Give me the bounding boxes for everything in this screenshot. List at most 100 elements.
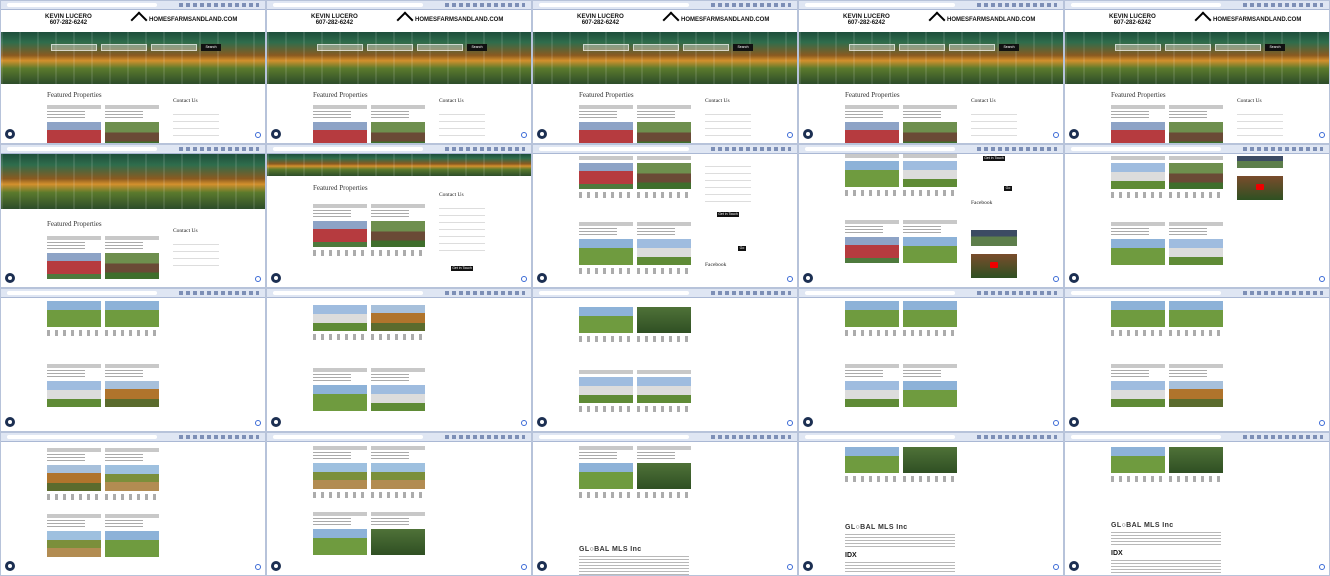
facebook-post-image[interactable]	[971, 230, 1017, 246]
property-card[interactable]	[1169, 105, 1223, 143]
property-photo[interactable]	[903, 301, 957, 327]
search-location-field[interactable]	[1115, 44, 1161, 51]
chat-icon[interactable]	[803, 561, 813, 571]
bookmarks-bar[interactable]	[977, 147, 1057, 151]
chat-icon[interactable]	[271, 561, 281, 571]
property-photo[interactable]	[313, 221, 367, 247]
chat-icon[interactable]	[803, 417, 813, 427]
contact-form[interactable]	[705, 108, 751, 138]
browser-toolbar[interactable]	[267, 433, 531, 442]
property-card[interactable]	[1111, 364, 1165, 426]
property-photo[interactable]	[105, 465, 159, 491]
browser-toolbar[interactable]	[1065, 289, 1329, 298]
property-photo[interactable]	[579, 239, 633, 265]
property-photo[interactable]	[637, 307, 691, 333]
chat-icon[interactable]	[5, 129, 15, 139]
property-card[interactable]	[313, 204, 367, 266]
search-location-field[interactable]	[849, 44, 895, 51]
property-photo[interactable]	[313, 529, 367, 555]
property-card[interactable]	[105, 236, 159, 287]
property-card[interactable]	[47, 448, 101, 510]
chat-icon[interactable]	[5, 561, 15, 571]
get-in-touch-button[interactable]: Get in Touch	[717, 212, 739, 217]
search-price-field[interactable]	[151, 44, 197, 51]
chat-icon[interactable]	[5, 273, 15, 283]
property-photo[interactable]	[47, 301, 101, 327]
address-bar[interactable]	[539, 147, 689, 151]
property-photo[interactable]	[903, 237, 957, 263]
browser-toolbar[interactable]	[1, 1, 265, 10]
property-photo[interactable]	[1169, 301, 1223, 327]
search-price-field[interactable]	[1215, 44, 1261, 51]
property-photo[interactable]	[1169, 122, 1223, 143]
property-card[interactable]	[903, 298, 957, 360]
property-photo[interactable]	[637, 163, 691, 189]
chat-icon[interactable]	[803, 129, 813, 139]
bookmarks-bar[interactable]	[711, 147, 791, 151]
browser-toolbar[interactable]	[799, 1, 1063, 10]
contact-form[interactable]	[439, 202, 485, 252]
property-photo[interactable]	[105, 122, 159, 143]
property-card[interactable]	[845, 364, 899, 426]
property-card[interactable]	[1169, 444, 1223, 506]
chat-icon[interactable]	[271, 417, 281, 427]
contact-form[interactable]	[705, 160, 751, 208]
search-price-field[interactable]	[949, 44, 995, 51]
chat-icon[interactable]	[1069, 561, 1079, 571]
property-photo[interactable]	[313, 385, 367, 411]
property-card[interactable]	[313, 368, 367, 430]
chat-icon[interactable]	[271, 129, 281, 139]
property-photo[interactable]	[637, 463, 691, 489]
property-photo[interactable]	[845, 237, 899, 263]
property-photo[interactable]	[371, 463, 425, 489]
property-card[interactable]	[845, 154, 899, 216]
property-card[interactable]	[313, 446, 367, 508]
property-card[interactable]	[637, 304, 691, 366]
browser-toolbar[interactable]	[533, 289, 797, 298]
property-card[interactable]	[1169, 156, 1223, 218]
browser-toolbar[interactable]	[533, 433, 797, 442]
property-photo[interactable]	[47, 465, 101, 491]
property-card[interactable]	[1111, 222, 1165, 284]
property-photo[interactable]	[1111, 163, 1165, 189]
address-bar[interactable]	[273, 291, 423, 295]
search-button[interactable]: Search	[999, 44, 1019, 51]
address-bar[interactable]	[7, 3, 157, 7]
browser-toolbar[interactable]	[267, 145, 531, 154]
contact-form[interactable]	[173, 238, 219, 268]
property-card[interactable]	[105, 514, 159, 575]
property-card[interactable]	[105, 298, 159, 360]
search-type-field[interactable]	[1165, 44, 1211, 51]
go-button[interactable]: Go	[738, 246, 746, 251]
browser-toolbar[interactable]	[533, 145, 797, 154]
search-type-field[interactable]	[899, 44, 945, 51]
agent-phone[interactable]: 607-282-6242	[311, 20, 358, 27]
bookmarks-bar[interactable]	[179, 147, 259, 151]
agent-phone[interactable]: 607-282-6242	[1109, 20, 1156, 27]
property-card[interactable]	[1111, 298, 1165, 360]
browser-toolbar[interactable]	[799, 433, 1063, 442]
site-logo[interactable]: HOMESFARMSANDLAND.COM	[130, 11, 237, 29]
property-card[interactable]	[371, 302, 425, 364]
bookmarks-bar[interactable]	[977, 291, 1057, 295]
agent-phone[interactable]: 607-282-6242	[577, 20, 624, 27]
property-card[interactable]	[637, 370, 691, 431]
search-type-field[interactable]	[101, 44, 147, 51]
browser-toolbar[interactable]	[533, 1, 797, 10]
property-card[interactable]	[1169, 298, 1223, 360]
property-photo[interactable]	[47, 531, 101, 557]
property-card[interactable]	[371, 204, 425, 266]
browser-toolbar[interactable]	[799, 145, 1063, 154]
bookmarks-bar[interactable]	[445, 435, 525, 439]
property-photo[interactable]	[637, 239, 691, 265]
contact-form[interactable]	[173, 108, 219, 138]
property-card[interactable]	[579, 156, 633, 218]
property-card[interactable]	[579, 304, 633, 366]
browser-toolbar[interactable]	[1, 289, 265, 298]
property-photo[interactable]	[1111, 301, 1165, 327]
browser-toolbar[interactable]	[1, 145, 265, 154]
site-logo[interactable]: HOMESFARMSANDLAND.COM	[928, 11, 1035, 29]
browser-toolbar[interactable]	[1065, 1, 1329, 10]
property-photo[interactable]	[47, 253, 101, 279]
bookmarks-bar[interactable]	[445, 3, 525, 7]
